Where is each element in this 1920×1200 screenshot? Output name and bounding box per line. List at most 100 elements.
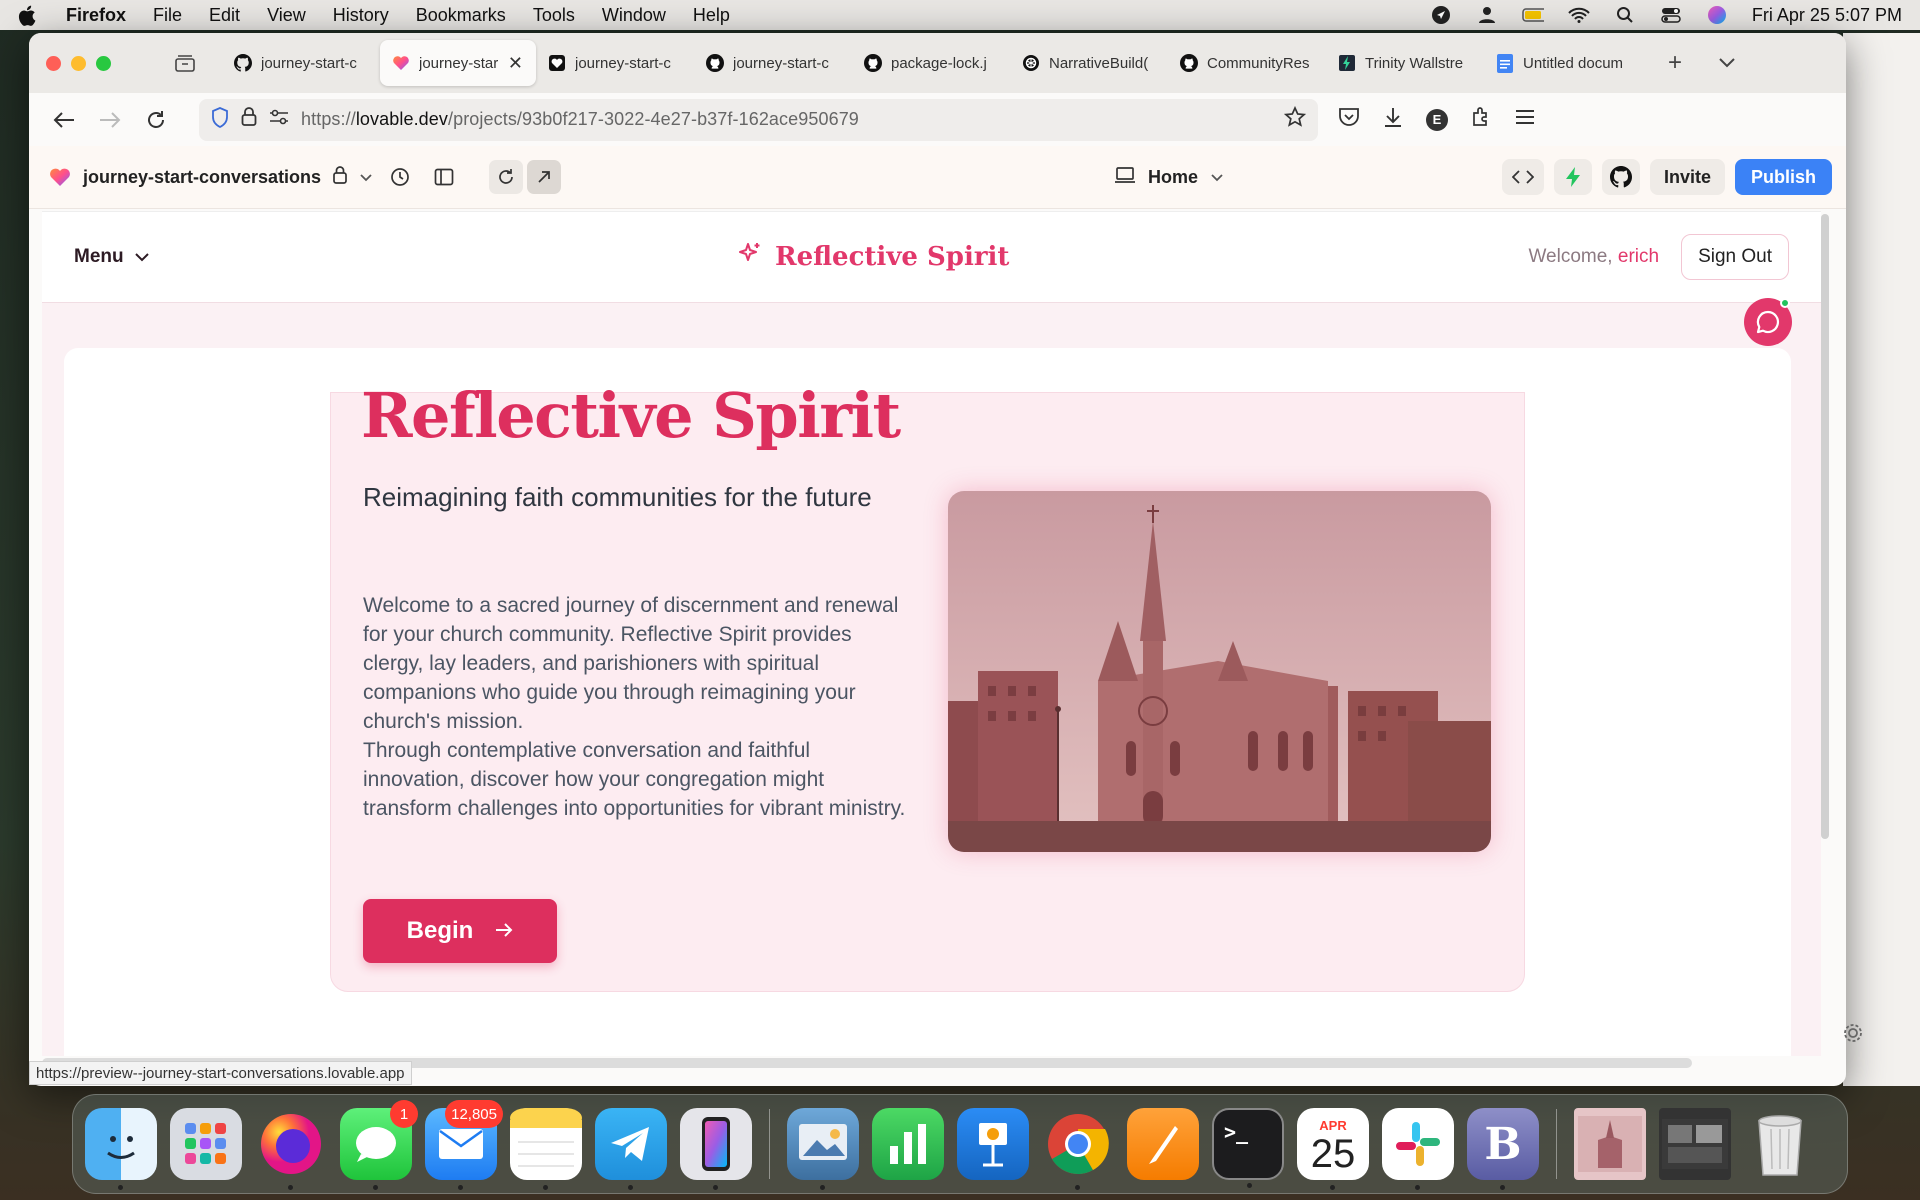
begin-button[interactable]: Begin: [363, 899, 557, 963]
spotlight-search-icon[interactable]: [1614, 5, 1636, 25]
supabase-bolt-button[interactable]: [1553, 159, 1592, 195]
menubar-clock[interactable]: Fri Apr 25 5:07 PM: [1752, 5, 1902, 26]
siri-icon[interactable]: [1706, 5, 1728, 25]
chevron-down-icon: [1210, 167, 1224, 188]
site-brand[interactable]: Reflective Spirit: [737, 241, 1009, 274]
menu-app-name[interactable]: Firefox: [66, 5, 126, 26]
tracking-shield-icon[interactable]: [211, 106, 229, 133]
trash-icon[interactable]: [1744, 1108, 1816, 1180]
firefox-app[interactable]: [255, 1108, 327, 1190]
location-arrow-icon[interactable]: [1430, 5, 1452, 25]
bookmark-star-icon[interactable]: [1283, 105, 1307, 133]
chrome-app[interactable]: [1042, 1108, 1114, 1190]
welcome-prefix: Welcome,: [1528, 246, 1618, 267]
terminal-app[interactable]: >_: [1212, 1108, 1284, 1188]
settings-gear-icon[interactable]: [1842, 1022, 1864, 1049]
browser-tab[interactable]: NarrativeBuild(: [1010, 40, 1168, 86]
numbers-app[interactable]: [872, 1108, 944, 1180]
invite-button[interactable]: Invite: [1649, 159, 1725, 195]
github-button[interactable]: [1601, 159, 1640, 195]
battery-icon[interactable]: [1522, 5, 1544, 25]
finder-app[interactable]: [85, 1108, 157, 1190]
running-indicator: [628, 1185, 633, 1190]
photo-stack-thumbnail[interactable]: [1659, 1108, 1731, 1180]
menu-window[interactable]: Window: [602, 5, 666, 26]
church-image-thumbnail[interactable]: [1574, 1108, 1646, 1180]
mail-badge: 12,805: [445, 1100, 503, 1128]
chevron-down-icon[interactable]: [359, 167, 373, 188]
menu-help[interactable]: Help: [693, 5, 730, 26]
browser-tab[interactable]: CommunityRes: [1168, 40, 1326, 86]
new-tab-button[interactable]: +: [1660, 49, 1690, 77]
menu-view[interactable]: View: [267, 5, 306, 26]
permissions-icon[interactable]: [269, 109, 289, 130]
launchpad-app[interactable]: [170, 1108, 242, 1180]
bbedit-app[interactable]: B: [1467, 1108, 1539, 1190]
minimize-window-button[interactable]: [71, 55, 86, 71]
telegram-app[interactable]: [595, 1108, 667, 1190]
page-selector[interactable]: Home: [1114, 166, 1224, 189]
tab-label: Trinity Wallstre: [1365, 54, 1464, 72]
sign-out-button[interactable]: Sign Out: [1681, 234, 1789, 280]
hamburger-menu-icon[interactable]: [1514, 108, 1536, 131]
close-window-button[interactable]: [46, 55, 61, 71]
tab-label: NarrativeBuild(: [1049, 54, 1149, 72]
page-selector-label: Home: [1148, 166, 1199, 187]
menu-tools[interactable]: Tools: [533, 5, 575, 26]
zoom-window-button[interactable]: [96, 55, 111, 71]
preview-app[interactable]: [787, 1108, 859, 1190]
url-text[interactable]: https://lovable.dev/projects/93b0f217-30…: [301, 109, 1272, 130]
lock-icon: [333, 165, 347, 189]
pocket-icon[interactable]: [1338, 107, 1360, 132]
extensions-icon[interactable]: [1470, 106, 1492, 133]
menu-edit[interactable]: Edit: [209, 5, 240, 26]
browser-tab[interactable]: journey-start-c: [694, 40, 852, 86]
welcome-username: erich: [1617, 246, 1660, 267]
browser-tab-active[interactable]: journey-star ✕: [380, 40, 536, 86]
calendar-app[interactable]: APR 25: [1297, 1108, 1369, 1190]
browser-tab[interactable]: Untitled docum: [1484, 40, 1642, 86]
profile-avatar[interactable]: E: [1426, 108, 1448, 131]
code-view-button[interactable]: [1501, 159, 1544, 195]
refresh-preview-icon[interactable]: [489, 160, 524, 194]
control-center-icon[interactable]: [1660, 5, 1682, 25]
open-external-icon[interactable]: [527, 160, 562, 194]
downloads-icon[interactable]: [1382, 106, 1404, 133]
mail-app[interactable]: 12,805: [425, 1100, 503, 1190]
github-icon: [234, 54, 252, 72]
tab-overview-icon[interactable]: [166, 49, 204, 77]
iphone-mirroring-app[interactable]: [680, 1108, 752, 1190]
project-selector[interactable]: journey-start-conversations: [49, 165, 373, 189]
apple-icon[interactable]: [18, 4, 40, 26]
browser-tab[interactable]: package-lock.j: [852, 40, 1010, 86]
browser-tab[interactable]: journey-start-c: [222, 40, 380, 86]
vertical-scrollbar[interactable]: [1821, 214, 1829, 839]
url-bar[interactable]: https://lovable.dev/projects/93b0f217-30…: [199, 98, 1318, 141]
back-button[interactable]: [47, 103, 81, 137]
lock-icon[interactable]: [241, 107, 257, 132]
notes-app[interactable]: [510, 1108, 582, 1190]
chat-button[interactable]: [1744, 298, 1792, 346]
site-menu-button[interactable]: Menu: [74, 246, 150, 268]
browser-tab[interactable]: Trinity Wallstre: [1326, 40, 1484, 86]
wifi-icon[interactable]: [1568, 5, 1590, 25]
menu-bookmarks[interactable]: Bookmarks: [416, 5, 506, 26]
tab-list-chevron-icon[interactable]: [1712, 58, 1742, 68]
laptop-icon: [1114, 166, 1136, 189]
window-controls: [46, 55, 166, 71]
sidebar-toggle-icon[interactable]: [427, 160, 461, 194]
close-tab-icon[interactable]: ✕: [508, 53, 523, 74]
menu-file[interactable]: File: [153, 5, 182, 26]
pages-app[interactable]: [1127, 1108, 1199, 1180]
running-indicator: [1247, 1183, 1252, 1188]
reload-button[interactable]: [139, 103, 173, 137]
forward-button[interactable]: [93, 103, 127, 137]
browser-tab[interactable]: journey-start-c: [536, 40, 694, 86]
keynote-app[interactable]: [957, 1108, 1029, 1180]
history-icon[interactable]: [383, 160, 417, 194]
user-icon[interactable]: [1476, 5, 1498, 25]
menu-history[interactable]: History: [333, 5, 389, 26]
publish-button[interactable]: Publish: [1734, 159, 1832, 195]
messages-app[interactable]: 1: [340, 1100, 418, 1190]
slack-app[interactable]: [1382, 1108, 1454, 1190]
